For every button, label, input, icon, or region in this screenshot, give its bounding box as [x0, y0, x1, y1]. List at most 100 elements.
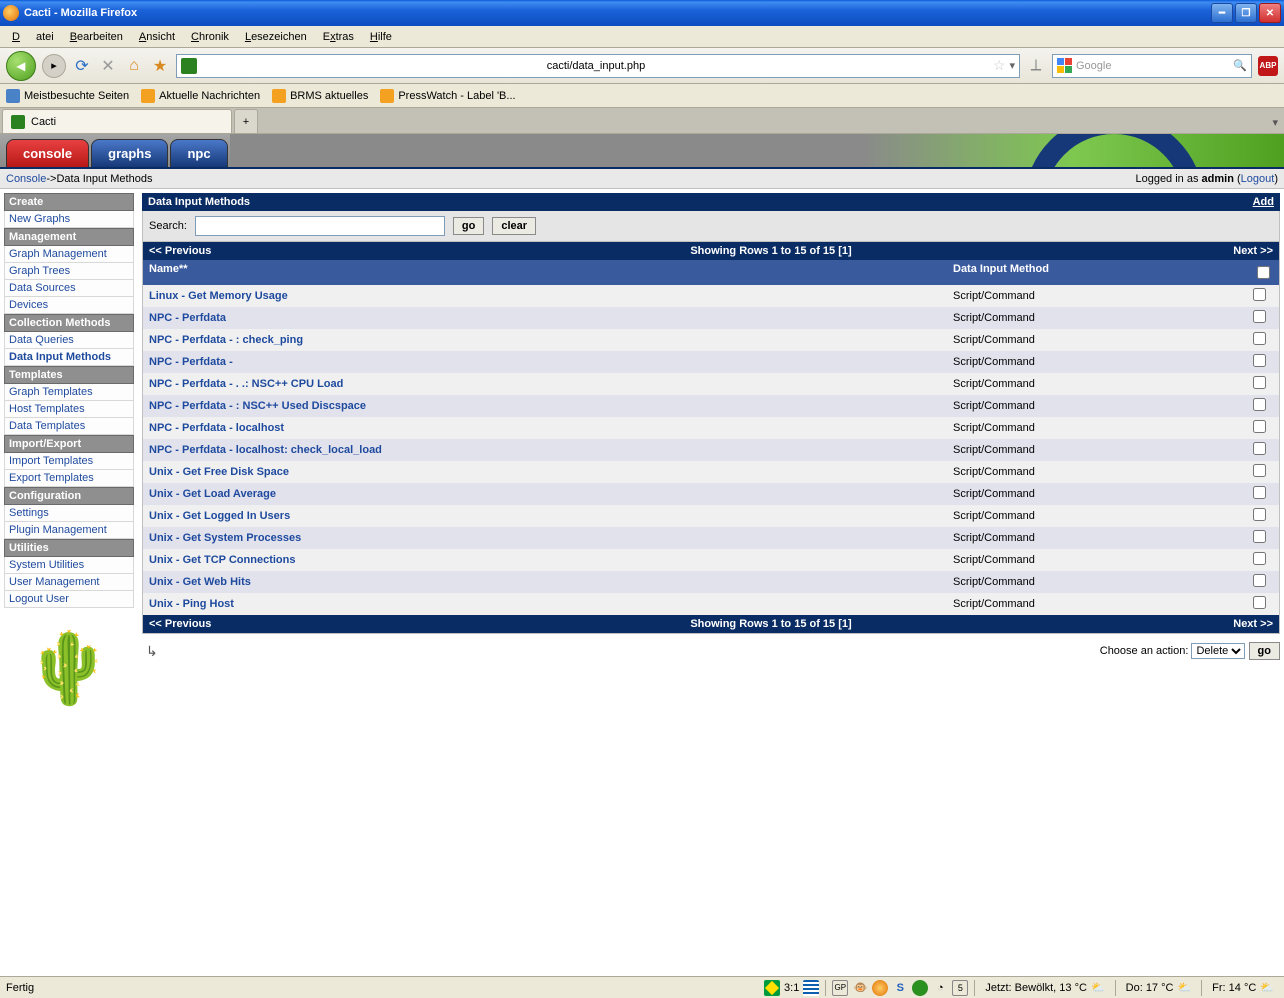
- row-checkbox[interactable]: [1253, 574, 1266, 587]
- row-name-link[interactable]: NPC - Perfdata - localhost: [149, 422, 953, 434]
- sidebar-item-graph-tpl[interactable]: Graph Templates: [4, 384, 134, 401]
- green-dot-icon[interactable]: [912, 980, 928, 996]
- row-checkbox[interactable]: [1253, 552, 1266, 565]
- col-name[interactable]: Name**: [149, 263, 953, 282]
- search-box[interactable]: Google 🔍: [1052, 54, 1252, 78]
- menu-edit[interactable]: Bearbeiten: [62, 29, 131, 45]
- stop-icon[interactable]: ✕: [98, 56, 118, 76]
- row-checkbox[interactable]: [1253, 332, 1266, 345]
- sidebar-item-data-tpl[interactable]: Data Templates: [4, 418, 134, 435]
- row-name-link[interactable]: NPC - Perfdata - localhost: check_local_…: [149, 444, 953, 456]
- new-tab-button[interactable]: +: [234, 109, 258, 133]
- row-name-link[interactable]: Linux - Get Memory Usage: [149, 290, 953, 302]
- row-name-link[interactable]: NPC - Perfdata - . .: NSC++ CPU Load: [149, 378, 953, 390]
- firefox-tray-icon[interactable]: [872, 980, 888, 996]
- sidebar-item-plugin-mgmt[interactable]: Plugin Management: [4, 522, 134, 539]
- row-checkbox[interactable]: [1253, 288, 1266, 301]
- clock-icon[interactable]: ◔: [932, 980, 948, 996]
- cacti-tab-console[interactable]: console: [6, 139, 89, 167]
- prev-link[interactable]: << Previous: [149, 618, 349, 630]
- tab-cacti[interactable]: Cacti: [2, 109, 232, 133]
- cacti-tab-npc[interactable]: npc: [170, 139, 227, 167]
- row-checkbox[interactable]: [1253, 464, 1266, 477]
- row-name-link[interactable]: Unix - Get Logged In Users: [149, 510, 953, 522]
- reload-icon[interactable]: ⟳: [72, 56, 92, 76]
- next-link[interactable]: Next >>: [1193, 618, 1273, 630]
- menu-history[interactable]: Chronik: [183, 29, 237, 45]
- sidebar-item-devices[interactable]: Devices: [4, 297, 134, 314]
- row-checkbox[interactable]: [1253, 310, 1266, 323]
- tab-list-button[interactable]: ▾: [1268, 112, 1282, 133]
- row-name-link[interactable]: Unix - Get TCP Connections: [149, 554, 953, 566]
- row-checkbox[interactable]: [1253, 420, 1266, 433]
- menu-help[interactable]: Hilfe: [362, 29, 400, 45]
- bookmark-brms[interactable]: BRMS aktuelles: [272, 89, 368, 103]
- weather-thu[interactable]: Do: 17 °C⛅: [1122, 981, 1196, 994]
- weather-fri[interactable]: Fr: 14 °C⛅: [1208, 981, 1278, 994]
- row-name-link[interactable]: NPC - Perfdata - : NSC++ Used Discspace: [149, 400, 953, 412]
- row-checkbox[interactable]: [1253, 530, 1266, 543]
- row-checkbox[interactable]: [1253, 508, 1266, 521]
- col-method[interactable]: Data Input Method: [953, 263, 1253, 282]
- next-link[interactable]: Next >>: [1193, 245, 1273, 257]
- row-checkbox[interactable]: [1253, 486, 1266, 499]
- sidebar-item-sys-util[interactable]: System Utilities: [4, 557, 134, 574]
- search-input[interactable]: [195, 216, 445, 236]
- close-button[interactable]: ✕: [1259, 3, 1281, 23]
- antenna-icon[interactable]: ⟂: [1026, 56, 1046, 76]
- search-icon[interactable]: 🔍: [1233, 59, 1247, 72]
- bookmark-icon[interactable]: ★: [150, 56, 170, 76]
- sidebar-item-graph-mgmt[interactable]: Graph Management: [4, 246, 134, 263]
- menu-bookmarks[interactable]: Lesezeichen: [237, 29, 315, 45]
- sidebar-item-user-mgmt[interactable]: User Management: [4, 574, 134, 591]
- sidebar-item-export-tpl[interactable]: Export Templates: [4, 470, 134, 487]
- cacti-tab-graphs[interactable]: graphs: [91, 139, 168, 167]
- row-name-link[interactable]: NPC - Perfdata: [149, 312, 953, 324]
- logout-link[interactable]: Logout: [1241, 173, 1275, 185]
- menu-view[interactable]: Ansicht: [131, 29, 183, 45]
- sidebar-item-data-sources[interactable]: Data Sources: [4, 280, 134, 297]
- row-checkbox[interactable]: [1253, 442, 1266, 455]
- minimize-button[interactable]: ━: [1211, 3, 1233, 23]
- bookmark-presswatch[interactable]: PressWatch - Label 'B...: [380, 89, 515, 103]
- sidebar-item-data-input[interactable]: Data Input Methods: [4, 349, 134, 366]
- bookmark-news[interactable]: Aktuelle Nachrichten: [141, 89, 260, 103]
- monkey-icon[interactable]: 🐵: [852, 980, 868, 996]
- sidebar-item-new-graphs[interactable]: New Graphs: [4, 211, 134, 228]
- row-name-link[interactable]: NPC - Perfdata - : check_ping: [149, 334, 953, 346]
- row-name-link[interactable]: Unix - Get Free Disk Space: [149, 466, 953, 478]
- sidebar-item-import-tpl[interactable]: Import Templates: [4, 453, 134, 470]
- menu-file[interactable]: Datei: [4, 29, 62, 45]
- bookmark-most-visited[interactable]: Meistbesuchte Seiten: [6, 89, 129, 103]
- row-name-link[interactable]: Unix - Ping Host: [149, 598, 953, 610]
- flag-gr-icon[interactable]: [803, 980, 819, 996]
- row-checkbox[interactable]: [1253, 376, 1266, 389]
- sidebar-item-graph-trees[interactable]: Graph Trees: [4, 263, 134, 280]
- home-icon[interactable]: ⌂: [124, 56, 144, 76]
- row-name-link[interactable]: Unix - Get System Processes: [149, 532, 953, 544]
- breadcrumb-console[interactable]: Console: [6, 173, 46, 185]
- clear-button[interactable]: clear: [492, 217, 536, 235]
- s-icon[interactable]: S: [892, 980, 908, 996]
- prev-link[interactable]: << Previous: [149, 245, 349, 257]
- flag-br-icon[interactable]: [764, 980, 780, 996]
- add-link[interactable]: Add: [1253, 196, 1274, 208]
- menu-extras[interactable]: Extras: [315, 29, 362, 45]
- gp-icon[interactable]: GP: [832, 980, 848, 996]
- action-select[interactable]: Delete: [1191, 643, 1245, 659]
- forward-button[interactable]: ▸: [42, 54, 66, 78]
- weather-now[interactable]: Jetzt: Bewölkt, 13 °C⛅: [981, 981, 1108, 994]
- url-bar[interactable]: cacti/data_input.php ☆ ▾: [176, 54, 1020, 78]
- star-icon[interactable]: ☆: [993, 57, 1006, 74]
- adblock-icon[interactable]: ABP: [1258, 56, 1278, 76]
- dropdown-icon[interactable]: ▾: [1009, 59, 1015, 72]
- row-name-link[interactable]: Unix - Get Load Average: [149, 488, 953, 500]
- back-button[interactable]: ◂: [6, 51, 36, 81]
- go-button[interactable]: go: [453, 217, 484, 235]
- row-name-link[interactable]: Unix - Get Web Hits: [149, 576, 953, 588]
- row-checkbox[interactable]: [1253, 398, 1266, 411]
- sidebar-item-logout[interactable]: Logout User: [4, 591, 134, 608]
- row-checkbox[interactable]: [1253, 596, 1266, 609]
- sidebar-item-settings[interactable]: Settings: [4, 505, 134, 522]
- action-go-button[interactable]: go: [1249, 642, 1280, 660]
